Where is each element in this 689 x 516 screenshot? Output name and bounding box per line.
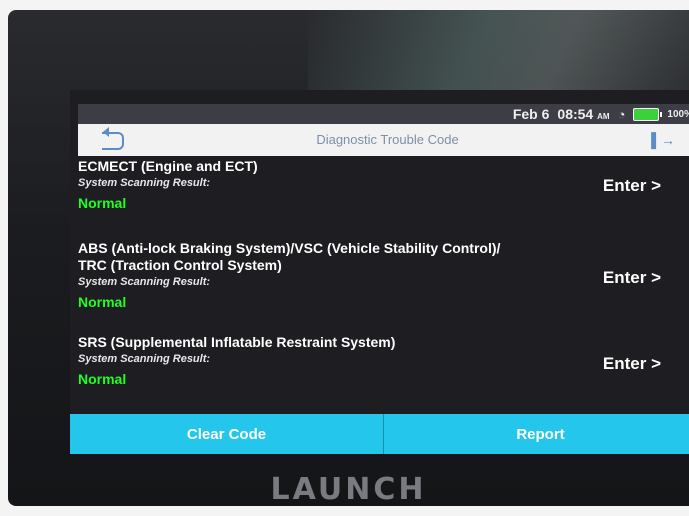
status-time: 08:54 AM [557, 106, 610, 122]
system-item-srs[interactable]: SRS (Supplemental Inflatable Restraint S… [78, 334, 689, 404]
action-bar: Clear Code Report [70, 414, 689, 454]
system-item-engine[interactable]: ECMECT (Engine and ECT) System Scanning … [78, 158, 689, 226]
scan-status: Normal [78, 294, 127, 310]
clear-code-button[interactable]: Clear Code [70, 414, 383, 454]
battery-icon [633, 107, 663, 121]
battery-percent: 100% [667, 108, 689, 120]
system-item-abs[interactable]: ABS (Anti-lock Braking System)/VSC (Vehi… [78, 240, 689, 334]
scan-status: Normal [78, 371, 127, 387]
enter-button[interactable]: Enter > [603, 354, 661, 374]
enter-button[interactable]: Enter > [603, 176, 661, 196]
report-button[interactable]: Report [383, 414, 689, 454]
system-list: ECMECT (Engine and ECT) System Scanning … [78, 158, 689, 404]
system-title: ECMECT (Engine and ECT) [78, 158, 258, 174]
device-bezel: Feb 6 08:54 AM ◔ 100% Diagnostic Trouble… [8, 10, 689, 506]
status-date: Feb 6 [512, 106, 550, 122]
system-title: ABS (Anti-lock Braking System)/VSC (Vehi… [78, 240, 501, 256]
scan-result-label: System Scanning Result: [78, 177, 211, 189]
wifi-icon: ◔ [617, 106, 626, 122]
system-title-line2: TRC (Traction Control System) [78, 257, 282, 273]
scan-status: Normal [78, 195, 127, 211]
status-ampm: AM [597, 112, 610, 121]
system-title: SRS (Supplemental Inflatable Restraint S… [78, 334, 396, 350]
device-screen: Feb 6 08:54 AM ◔ 100% Diagnostic Trouble… [70, 90, 689, 454]
page-title: Diagnostic Trouble Code [316, 132, 459, 147]
scan-result-label: System Scanning Result: [78, 353, 211, 365]
status-bar: Feb 6 08:54 AM ◔ 100% [78, 104, 689, 124]
title-bar: Diagnostic Trouble Code ▌→ [78, 124, 689, 156]
exit-icon[interactable]: ▌→ [651, 132, 675, 148]
brand-logo: LAUNCH [270, 472, 427, 506]
status-right: Feb 6 08:54 AM ◔ 100% [513, 106, 689, 122]
enter-button[interactable]: Enter > [603, 268, 661, 288]
scan-result-label: System Scanning Result: [78, 276, 211, 288]
